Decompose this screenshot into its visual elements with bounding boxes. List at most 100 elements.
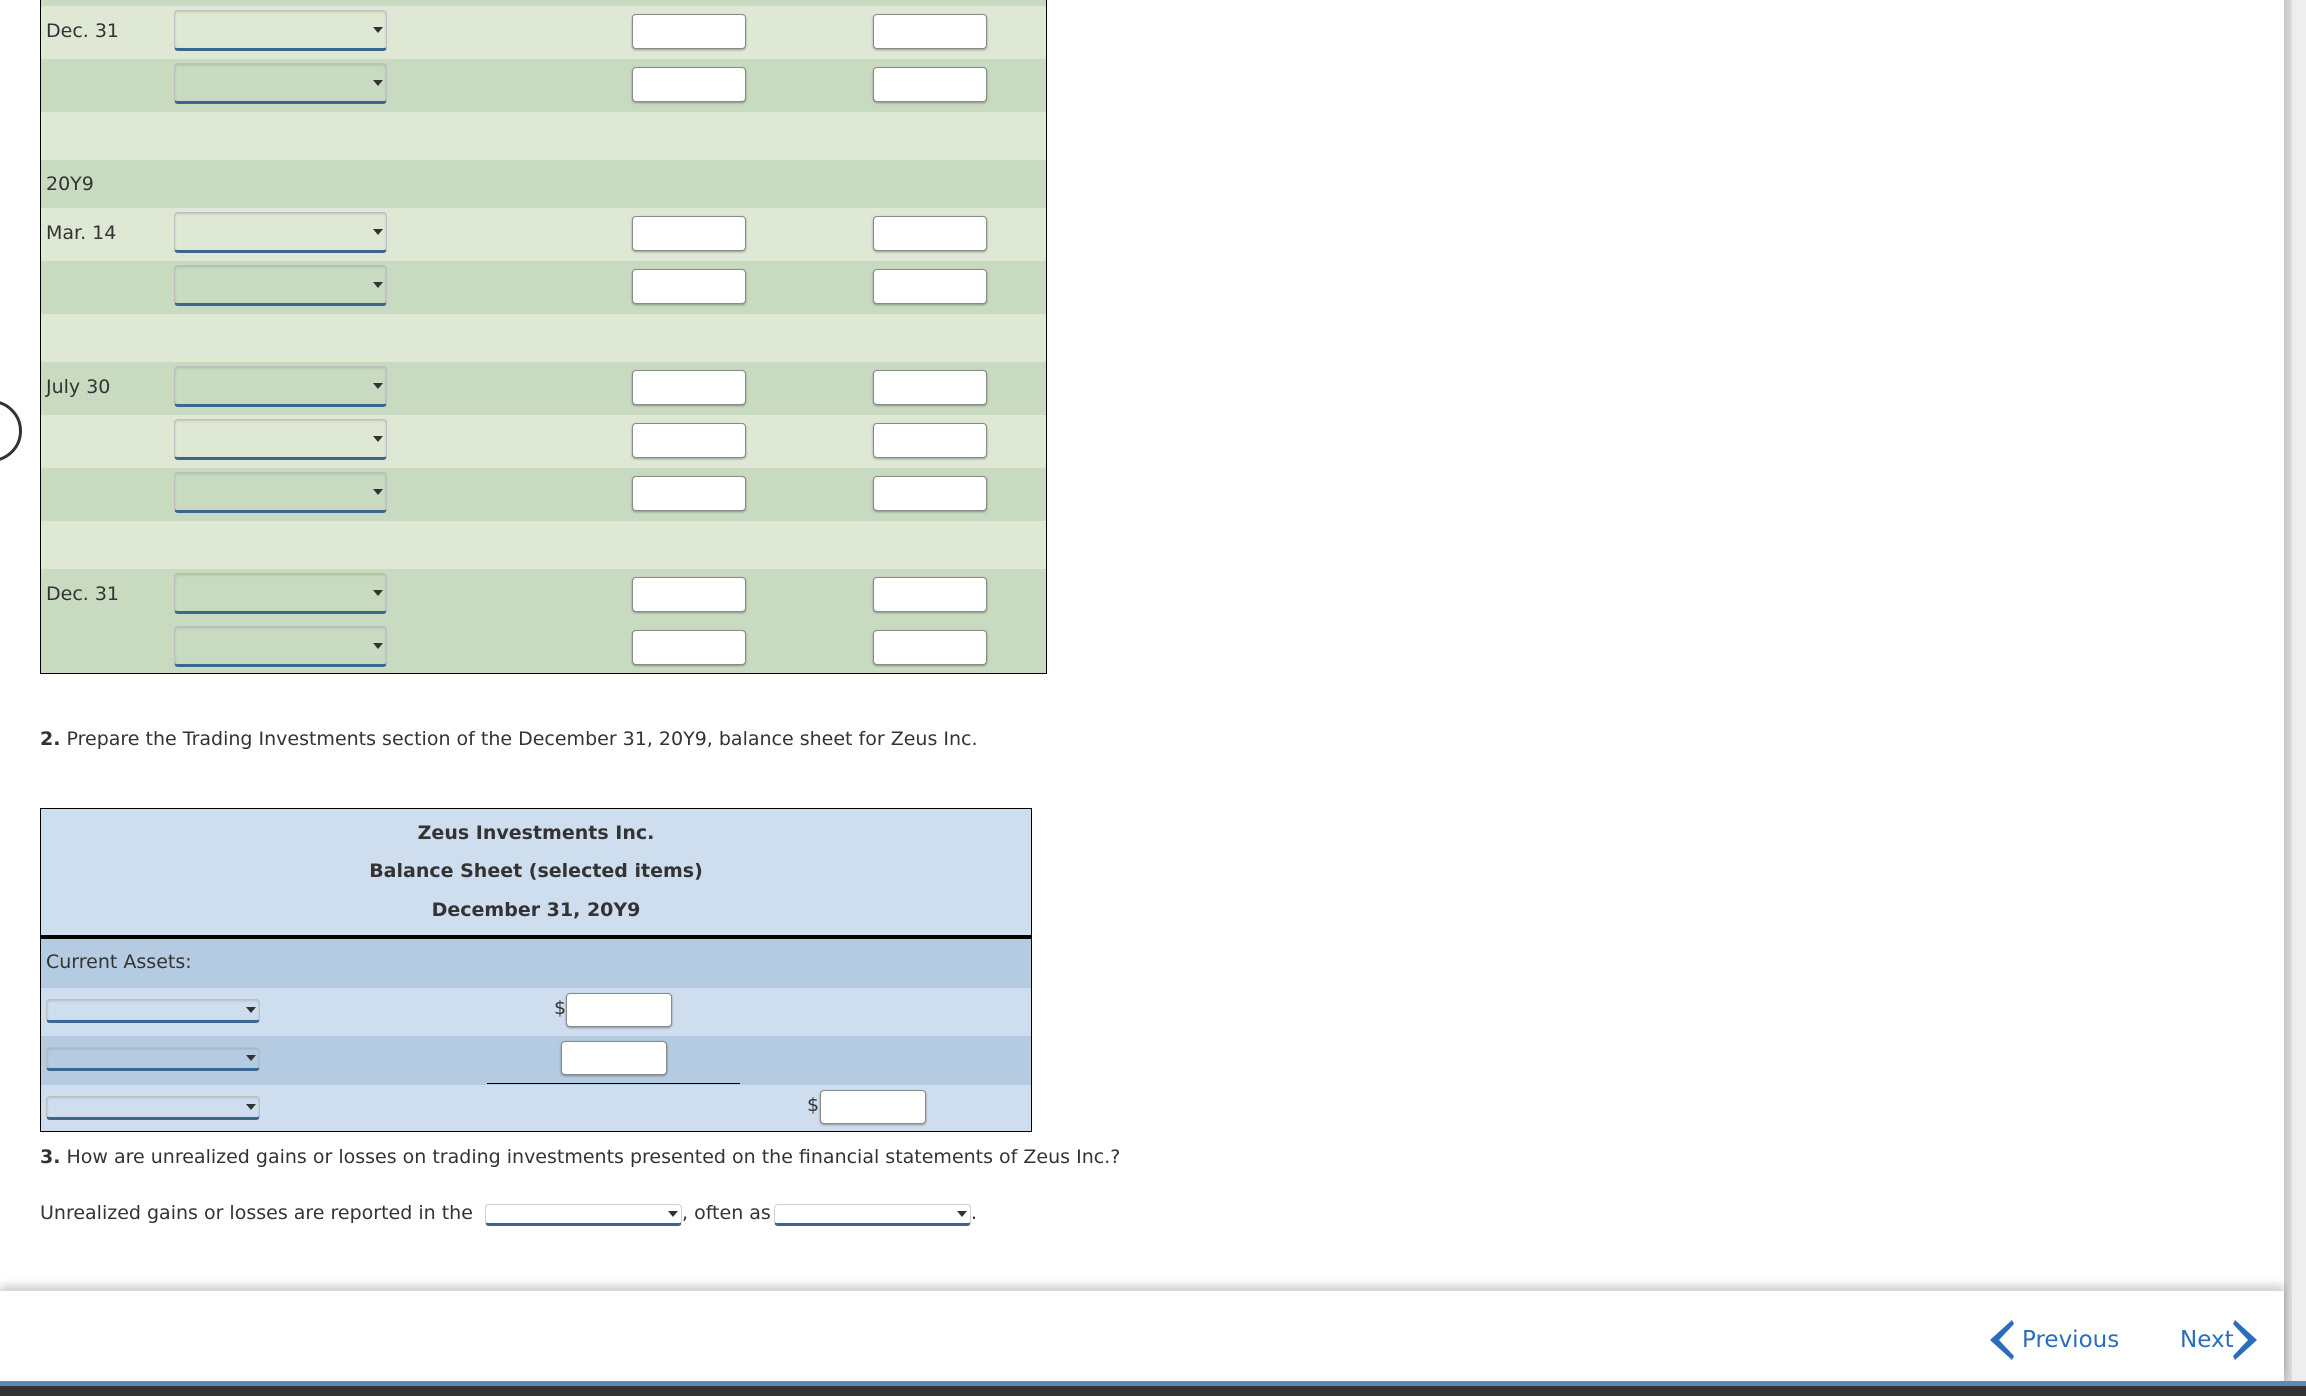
amount-input[interactable] — [561, 1041, 667, 1075]
journal-blank-row — [41, 521, 1046, 569]
journal-row — [41, 622, 1046, 673]
chevron-down-icon — [246, 1007, 256, 1013]
chevron-down-icon — [957, 1211, 967, 1217]
chevron-down-icon — [373, 435, 383, 442]
debit-input[interactable] — [632, 67, 746, 102]
date-label: 20Y9 — [46, 173, 94, 195]
balance-sheet-row — [41, 1036, 1031, 1085]
subtotal-rule — [487, 1083, 740, 1084]
date-label: Dec. 31 — [46, 583, 120, 605]
debit-input[interactable] — [632, 269, 746, 304]
scrollbar-edge — [2284, 0, 2292, 1381]
question-2: 2. Prepare the Trading Investments secti… — [40, 728, 978, 750]
credit-input[interactable] — [873, 577, 987, 612]
scrollbar-track[interactable] — [2292, 0, 2306, 1381]
section-label: Current Assets: — [46, 951, 192, 973]
journal-entry-table: Dec. 31 20Y9 Mar. 14 July 30 Dec. 31 — [40, 0, 1047, 674]
section-row: Current Assets: — [41, 939, 1031, 988]
account-select[interactable] — [174, 212, 387, 253]
journal-row: Dec. 31 — [41, 569, 1046, 622]
account-select[interactable] — [46, 1096, 260, 1120]
total-input[interactable] — [820, 1090, 926, 1124]
question-2-number: 2. — [40, 728, 61, 750]
footer-nav — [0, 1291, 2284, 1381]
previous-label: Previous — [2022, 1327, 2120, 1353]
journal-row: Dec. 31 — [41, 6, 1046, 59]
journal-blank-row — [41, 112, 1046, 160]
previous-button[interactable]: Previous — [1990, 1320, 2119, 1360]
chevron-down-icon — [668, 1211, 678, 1217]
chevron-down-icon — [373, 382, 383, 389]
debit-input[interactable] — [632, 14, 746, 49]
answer-suffix: . — [971, 1202, 978, 1224]
chevron-down-icon — [373, 228, 383, 235]
account-select[interactable] — [174, 366, 387, 407]
answer-middle: , often as — [682, 1202, 771, 1224]
statement-date: December 31, 20Y9 — [431, 899, 641, 921]
credit-input[interactable] — [873, 67, 987, 102]
bottom-dark-bar — [0, 1386, 2306, 1396]
credit-input[interactable] — [873, 476, 987, 511]
journal-year-row: 20Y9 — [41, 160, 1046, 208]
chevron-down-icon — [373, 488, 383, 495]
chevron-down-icon — [373, 26, 383, 33]
credit-input[interactable] — [873, 423, 987, 458]
balance-sheet-row: $ — [41, 1085, 1031, 1131]
cursor-indicator-icon — [0, 400, 22, 462]
balance-sheet-row: $ — [41, 988, 1031, 1036]
journal-row: Mar. 14 — [41, 208, 1046, 261]
account-select[interactable] — [174, 10, 387, 51]
account-select[interactable] — [46, 1047, 260, 1071]
journal-row — [41, 261, 1046, 314]
question-3-text: How are unrealized gains or losses on tr… — [66, 1146, 1121, 1168]
chevron-right-icon — [2233, 1320, 2257, 1360]
credit-input[interactable] — [873, 14, 987, 49]
account-select[interactable] — [174, 265, 387, 306]
answer-prefix: Unrealized gains or losses are reported … — [40, 1202, 473, 1224]
report-location-select[interactable] — [485, 1204, 682, 1226]
date-label: Mar. 14 — [46, 222, 117, 244]
account-select[interactable] — [174, 63, 387, 104]
statement-title: Balance Sheet (selected items) — [369, 860, 703, 882]
journal-row — [41, 59, 1046, 112]
account-select[interactable] — [46, 999, 260, 1023]
journal-row: July 30 — [41, 362, 1046, 415]
question-3-number: 3. — [40, 1146, 61, 1168]
account-select[interactable] — [174, 626, 387, 667]
chevron-down-icon — [246, 1055, 256, 1061]
debit-input[interactable] — [632, 423, 746, 458]
account-select[interactable] — [174, 573, 387, 614]
credit-input[interactable] — [873, 269, 987, 304]
next-label: Next — [2180, 1327, 2234, 1353]
balance-sheet-table: Zeus Investments Inc. Balance Sheet (sel… — [40, 808, 1032, 1132]
journal-row — [41, 415, 1046, 468]
chevron-down-icon — [246, 1104, 256, 1110]
amount-input[interactable] — [566, 993, 672, 1027]
next-button[interactable]: Next — [2180, 1320, 2260, 1360]
chevron-down-icon — [373, 642, 383, 649]
journal-blank-row — [41, 314, 1046, 362]
debit-input[interactable] — [632, 577, 746, 612]
credit-input[interactable] — [873, 370, 987, 405]
chevron-down-icon — [373, 281, 383, 288]
credit-input[interactable] — [873, 630, 987, 665]
account-select[interactable] — [174, 419, 387, 460]
chevron-down-icon — [373, 79, 383, 86]
chevron-down-icon — [373, 589, 383, 596]
debit-input[interactable] — [632, 370, 746, 405]
dollar-sign: $ — [807, 1094, 820, 1116]
debit-input[interactable] — [632, 476, 746, 511]
company-name: Zeus Investments Inc. — [417, 822, 655, 844]
question-2-text: Prepare the Trading Investments section … — [66, 728, 978, 750]
chevron-left-icon — [1990, 1320, 2014, 1360]
report-item-select[interactable] — [774, 1204, 971, 1226]
account-select[interactable] — [174, 472, 387, 513]
journal-row — [41, 468, 1046, 521]
debit-input[interactable] — [632, 216, 746, 251]
question-3: 3. How are unrealized gains or losses on… — [40, 1146, 1120, 1168]
balance-sheet-header: Zeus Investments Inc. Balance Sheet (sel… — [41, 809, 1031, 939]
credit-input[interactable] — [873, 216, 987, 251]
date-label: July 30 — [46, 376, 111, 398]
debit-input[interactable] — [632, 630, 746, 665]
dollar-sign: $ — [554, 997, 567, 1019]
